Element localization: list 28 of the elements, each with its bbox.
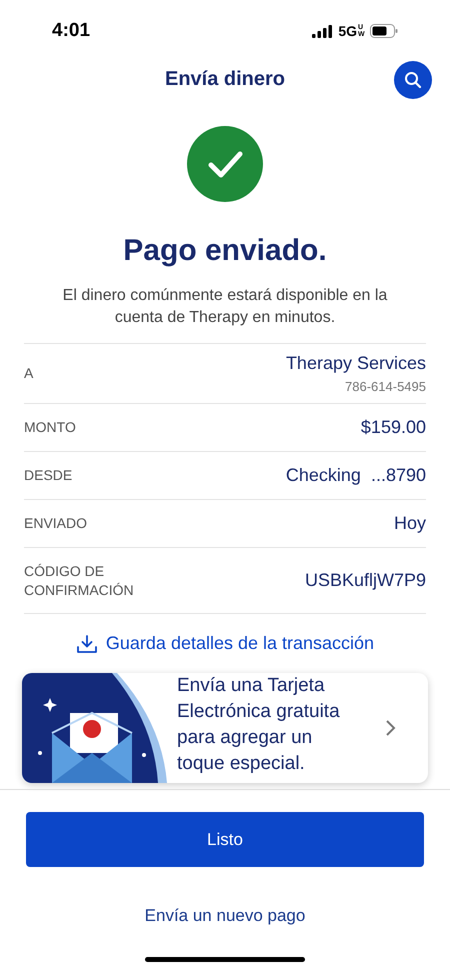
download-icon: [76, 634, 98, 654]
done-button[interactable]: Listo: [26, 812, 424, 867]
new-payment-link[interactable]: Envía un nuevo pago: [144, 903, 306, 928]
detail-value: Checking ...8790: [286, 464, 426, 487]
status-time: 4:01: [52, 18, 90, 43]
search-icon: [404, 71, 422, 89]
search-button[interactable]: [394, 61, 432, 99]
detail-value: USBKufljW7P9: [304, 569, 426, 592]
confirmation-title: Pago enviado.: [122, 233, 328, 269]
detail-value: Hoy: [394, 512, 426, 535]
detail-label: ENVIADO: [24, 514, 88, 533]
detail-label: A: [24, 364, 34, 383]
confirmation-message: El dinero comúnmente estará disponible en la cuenta de Therapy en minutos.: [62, 286, 388, 328]
detail-value: Therapy Services: [286, 352, 426, 376]
detail-label: DESDE: [24, 466, 74, 485]
signal-icon: [312, 24, 334, 38]
detail-label: MONTO: [24, 418, 77, 437]
save-details-link[interactable]: Guarda detalles de la transacción: [76, 630, 374, 657]
chevron-right-icon: [385, 719, 397, 737]
battery-icon: [370, 24, 398, 38]
promo-text: Envía una Tarjeta Electrónica gratuita para agregar un toque especial.: [176, 674, 341, 776]
detail-value: $159.00: [360, 416, 426, 439]
detail-subtext: 786-614-5495: [345, 378, 426, 396]
page-title: Envía dinero: [164, 67, 286, 92]
network-label: 5G: [338, 22, 357, 40]
detail-label: CÓDIGO DE CONFIRMACIÓN: [24, 562, 135, 600]
promo-card[interactable]: Envía una Tarjeta Electrónica gratuita para agregar un toque especial.: [22, 673, 428, 783]
success-check-icon: [187, 126, 263, 202]
